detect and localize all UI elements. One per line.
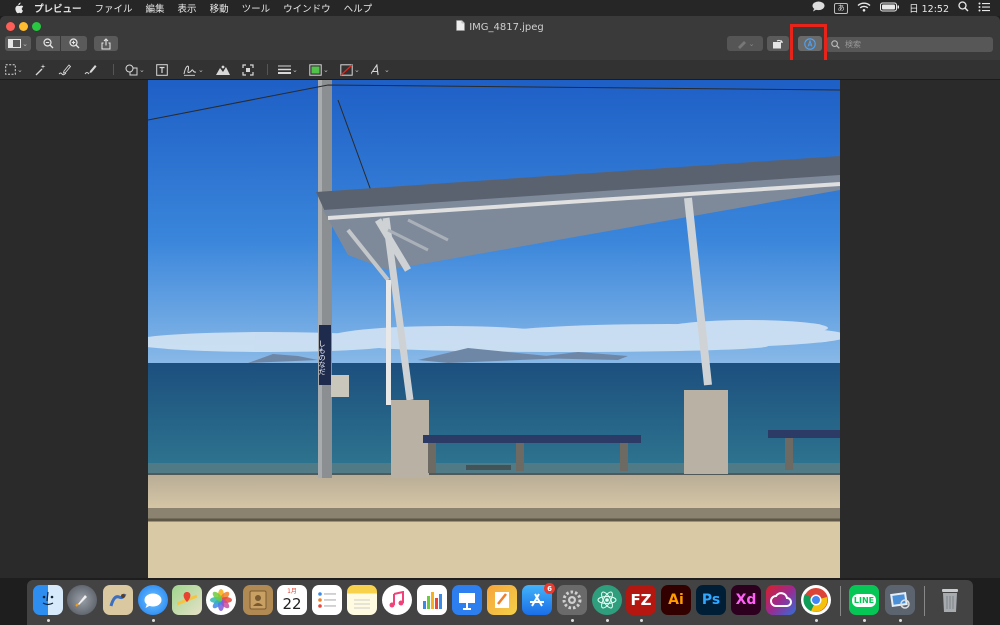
messages-status-icon[interactable] bbox=[812, 1, 825, 15]
chrome-icon[interactable] bbox=[801, 585, 831, 615]
document-canvas: しものなだ bbox=[0, 80, 1000, 578]
share-button[interactable] bbox=[94, 36, 118, 51]
rotate-button[interactable] bbox=[767, 36, 789, 51]
illustrator-icon[interactable]: Ai bbox=[661, 585, 691, 615]
launchpad-icon[interactable] bbox=[67, 585, 97, 615]
calendar-icon[interactable]: 1月 22 bbox=[277, 585, 307, 615]
line-label: LINE bbox=[851, 593, 877, 607]
running-indicator bbox=[152, 619, 155, 622]
text-style-button[interactable]: ⌄ bbox=[371, 63, 390, 76]
running-indicator bbox=[47, 619, 50, 622]
line-icon[interactable]: LINE bbox=[849, 585, 879, 615]
menu-tools[interactable]: ツール bbox=[242, 1, 271, 15]
battery-icon[interactable] bbox=[880, 2, 900, 15]
filezilla-label: FZ bbox=[630, 591, 652, 609]
menu-edit[interactable]: 編集 bbox=[146, 1, 165, 15]
photos-icon[interactable] bbox=[206, 585, 236, 615]
sketch-tool-button[interactable] bbox=[58, 63, 71, 76]
input-method-icon[interactable]: あ bbox=[834, 2, 849, 14]
highlight-button[interactable]: ⌄ bbox=[727, 36, 763, 51]
running-indicator bbox=[640, 619, 643, 622]
maps-icon[interactable] bbox=[172, 585, 202, 615]
zoom-in-button[interactable] bbox=[61, 36, 87, 51]
illustrator-label: Ai bbox=[668, 592, 684, 608]
running-indicator bbox=[863, 619, 866, 622]
spotlight-icon[interactable] bbox=[958, 1, 969, 15]
menu-bar: プレビュー ファイル 編集 表示 移動 ツール ウインドウ ヘルプ あ 日 12… bbox=[0, 0, 1000, 16]
instant-alpha-button[interactable] bbox=[34, 63, 46, 76]
trash-icon[interactable] bbox=[935, 585, 965, 615]
zoom-out-button[interactable] bbox=[36, 36, 60, 51]
adobe-xd-icon[interactable]: Xd bbox=[731, 585, 761, 615]
messages-icon[interactable] bbox=[138, 585, 168, 615]
contacts-icon[interactable] bbox=[243, 585, 273, 615]
app-store-badge: 6 bbox=[544, 583, 555, 594]
beach bbox=[148, 475, 840, 513]
apple-menu-icon[interactable] bbox=[12, 2, 24, 14]
dock-divider bbox=[924, 586, 925, 616]
creative-cloud-icon[interactable] bbox=[766, 585, 796, 615]
ground bbox=[148, 520, 840, 578]
photoshop-icon[interactable]: Ps bbox=[696, 585, 726, 615]
menu-go[interactable]: 移動 bbox=[210, 1, 229, 15]
markup-toolbar: ⌄ ⌄ ⌄ ⌄ ⌄ ⌄ ⌄ bbox=[0, 60, 1000, 80]
preview-window: IMG_4817.jpeg ⌄ ⌄ 検索 ⌄ ⌄ ⌄ ⌄ ⌄ ⌄ ⌄ しものなだ bbox=[0, 16, 1000, 578]
toolbar-divider bbox=[113, 64, 114, 75]
search-field[interactable] bbox=[826, 37, 993, 52]
text-tool-button[interactable] bbox=[156, 63, 168, 76]
menu-help[interactable]: ヘルプ bbox=[344, 1, 373, 15]
filezilla-icon[interactable]: FZ bbox=[626, 585, 656, 615]
image-capture-icon[interactable] bbox=[103, 585, 133, 615]
notes-icon[interactable] bbox=[347, 585, 377, 615]
menu-view[interactable]: 表示 bbox=[178, 1, 197, 15]
pages-icon[interactable] bbox=[487, 585, 517, 615]
shapes-button[interactable]: ⌄ bbox=[125, 63, 145, 76]
sea bbox=[148, 363, 840, 473]
numbers-icon[interactable] bbox=[417, 585, 447, 615]
selection-tool-button[interactable]: ⌄ bbox=[5, 63, 23, 76]
menu-file[interactable]: ファイル bbox=[95, 1, 133, 15]
search-input[interactable] bbox=[843, 39, 987, 50]
highlight-annotation-box bbox=[790, 24, 827, 65]
xd-label: Xd bbox=[735, 592, 757, 608]
dock: 1月 22 6 FZ Ai Ps Xd LINE bbox=[27, 580, 973, 625]
keynote-icon[interactable] bbox=[452, 585, 482, 615]
title-bar: IMG_4817.jpeg ⌄ ⌄ bbox=[0, 16, 1000, 65]
running-indicator bbox=[899, 619, 902, 622]
draw-tool-button[interactable] bbox=[84, 63, 97, 76]
photoshop-label: Ps bbox=[701, 592, 721, 608]
photo-image[interactable]: しものなだ bbox=[148, 80, 840, 578]
finder-icon[interactable] bbox=[33, 585, 63, 615]
dock-divider bbox=[840, 586, 841, 616]
adjust-size-button[interactable] bbox=[242, 63, 254, 76]
reminders-icon[interactable] bbox=[312, 585, 342, 615]
search-icon bbox=[831, 40, 840, 49]
fill-color-button[interactable]: ⌄ bbox=[340, 63, 360, 76]
jpeg-file-icon bbox=[456, 20, 466, 34]
preview-app-icon[interactable] bbox=[885, 585, 915, 615]
window-title-text: IMG_4817.jpeg bbox=[469, 21, 544, 33]
sidebar-view-button[interactable]: ⌄ bbox=[5, 36, 31, 51]
clock[interactable]: 日 12:52 bbox=[909, 1, 949, 15]
running-indicator bbox=[571, 619, 574, 622]
border-color-button[interactable]: ⌄ bbox=[309, 63, 329, 76]
window-title: IMG_4817.jpeg bbox=[0, 20, 1000, 34]
station-sign-text: しものなだ bbox=[318, 340, 326, 375]
system-preferences-icon[interactable] bbox=[557, 585, 587, 615]
notification-center-icon[interactable] bbox=[978, 2, 990, 15]
wifi-icon[interactable] bbox=[857, 2, 871, 15]
adjust-color-button[interactable] bbox=[215, 63, 231, 76]
music-icon[interactable] bbox=[382, 585, 412, 615]
toolbar-divider bbox=[267, 64, 268, 75]
running-indicator bbox=[606, 619, 609, 622]
menu-window[interactable]: ウインドウ bbox=[283, 1, 331, 15]
calendar-day: 22 bbox=[282, 594, 302, 613]
line-style-button[interactable]: ⌄ bbox=[278, 63, 298, 76]
running-indicator bbox=[815, 619, 818, 622]
atom-editor-icon[interactable] bbox=[592, 585, 622, 615]
sign-button[interactable]: ⌄ bbox=[183, 63, 204, 76]
menu-app-preview[interactable]: プレビュー bbox=[34, 1, 82, 15]
